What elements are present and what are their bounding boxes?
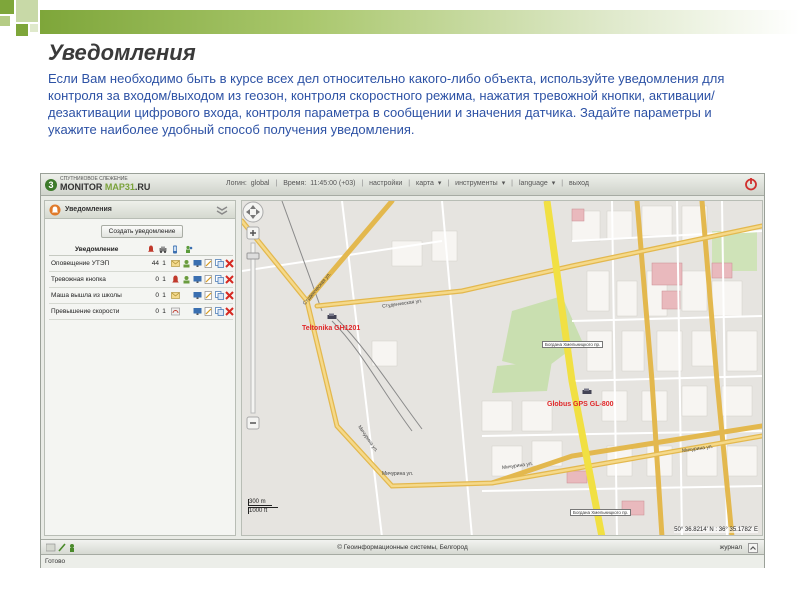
copy-icon[interactable] [215, 307, 224, 316]
notification-flag: 1 [162, 308, 166, 315]
notifications-table: Уведомление Оповещение УТЭП 44 1 Тревожн… [49, 243, 234, 320]
copyright-text: © Геоинформационные системы, Белгород [337, 544, 468, 551]
slide-description: Если Вам необходимо быть в курсе всех де… [48, 71, 725, 137]
edit-icon[interactable] [204, 291, 213, 300]
unit-label[interactable]: Globus GPS GL-800 [547, 401, 614, 408]
car-column-icon [159, 246, 167, 253]
logo-text: MONITOR MAP31.RU [60, 182, 151, 192]
logo: 3 СПУТНИКОВОЕ СЛЕЖЕНИЕ MONITOR MAP31.RU [45, 176, 150, 194]
table-row[interactable]: Превышение скорости 0 1 [49, 304, 234, 320]
copy-icon[interactable] [215, 275, 224, 284]
notification-name: Тревожная кнопка [51, 276, 106, 283]
menu-map[interactable]: карта [416, 180, 434, 187]
notification-count: 0 [155, 292, 159, 299]
menu-settings[interactable]: настройки [369, 180, 402, 187]
notification-count: 0 [155, 308, 159, 315]
delete-icon[interactable] [225, 291, 234, 300]
users-column-icon [186, 245, 193, 253]
chevron-up-icon[interactable] [748, 543, 758, 553]
menu-language[interactable]: language [519, 180, 548, 187]
login-value: global [250, 180, 270, 187]
message-icon[interactable] [171, 259, 180, 268]
street-sign: Богдана Хмельницкого пр. [570, 509, 632, 516]
table-header: Уведомление [49, 243, 233, 256]
column-header-notification: Уведомление [75, 246, 119, 253]
monitor-icon[interactable] [193, 307, 202, 316]
copy-icon[interactable] [215, 259, 224, 268]
phone-column-icon [173, 245, 177, 254]
zoom-control[interactable] [242, 201, 264, 441]
notification-flag: 1 [162, 276, 166, 283]
table-row[interactable]: Оповещение УТЭП 44 1 [49, 256, 234, 272]
delete-icon[interactable] [225, 307, 234, 316]
notification-flag: 1 [162, 292, 166, 299]
street-label: Мичурина ул. [382, 471, 414, 477]
notification-count: 0 [155, 276, 159, 283]
copy-icon[interactable] [215, 291, 224, 300]
notification-count: 44 [151, 260, 159, 267]
menu-exit[interactable]: выход [569, 180, 589, 187]
map-coordinates: 50° 36.8214' N : 36° 35.1782' E [674, 527, 758, 533]
slide-header-bar [40, 10, 800, 34]
edit-icon[interactable] [204, 275, 213, 284]
street-sign: Богдана Хмельницкого пр. [542, 341, 604, 348]
notification-name: Превышение скорости [51, 308, 120, 315]
time-label: Время: [283, 180, 307, 187]
monitor-icon[interactable] [193, 291, 202, 300]
map-scale: 300 m 1000 ft [248, 499, 278, 514]
notifications-panel: Уведомления Создать уведомление Уведомле… [44, 200, 236, 536]
table-row[interactable]: Тревожная кнопка 0 1 [49, 272, 234, 288]
menu-tools[interactable]: инструменты [455, 180, 498, 187]
monitor-icon[interactable] [193, 259, 202, 268]
notification-name: Маша вышла из школы [51, 292, 122, 299]
user-icon[interactable] [182, 259, 191, 268]
monitor-icon[interactable] [193, 275, 202, 284]
vehicle-icon[interactable] [582, 388, 592, 396]
slide-title: Уведомления [48, 40, 196, 65]
edit-icon[interactable] [204, 259, 213, 268]
bottom-bar: © Геоинформационные системы, Белгород жу… [41, 539, 764, 555]
login-label: Логин: [226, 180, 247, 187]
time-value: 11:45:00 (+03) [310, 180, 356, 187]
delete-icon[interactable] [225, 275, 234, 284]
user-icon[interactable] [182, 275, 191, 284]
logo-mark: 3 [45, 179, 57, 191]
speed-icon[interactable] [171, 307, 180, 316]
panel-header: Уведомления [45, 201, 235, 219]
top-menu: Логин: global | Время: 11:45:00 (+03) | на… [226, 180, 589, 187]
delete-icon[interactable] [225, 259, 234, 268]
vehicle-icon[interactable] [327, 313, 337, 321]
collapse-icon[interactable] [215, 204, 229, 216]
journal-link[interactable]: журнал [720, 544, 742, 551]
bell-icon [49, 204, 61, 216]
alarm-icon[interactable] [171, 275, 180, 284]
power-icon[interactable] [744, 177, 758, 191]
edit-icon[interactable] [204, 307, 213, 316]
notification-flag: 1 [162, 260, 166, 267]
park-area [492, 361, 552, 393]
bell-column-icon [148, 245, 154, 252]
panel-title: Уведомления [65, 206, 112, 213]
table-row[interactable]: Маша вышла из школы 0 1 [49, 288, 234, 304]
create-notification-button[interactable]: Создать уведомление [101, 225, 183, 238]
status-bar: Готово [41, 555, 764, 568]
map-view[interactable]: Студенческая ул. Студенческая ул. Мичури… [241, 200, 763, 536]
map-canvas[interactable] [242, 201, 763, 536]
notification-name: Оповещение УТЭП [51, 260, 110, 267]
message-icon[interactable] [171, 291, 180, 300]
unit-label[interactable]: Teltonika GH1201 [302, 325, 360, 332]
top-bar: 3 СПУТНИКОВОЕ СЛЕЖЕНИЕ MONITOR MAP31.RU … [41, 174, 764, 196]
app-window: 3 СПУТНИКОВОЕ СЛЕЖЕНИЕ MONITOR MAP31.RU … [40, 173, 765, 568]
